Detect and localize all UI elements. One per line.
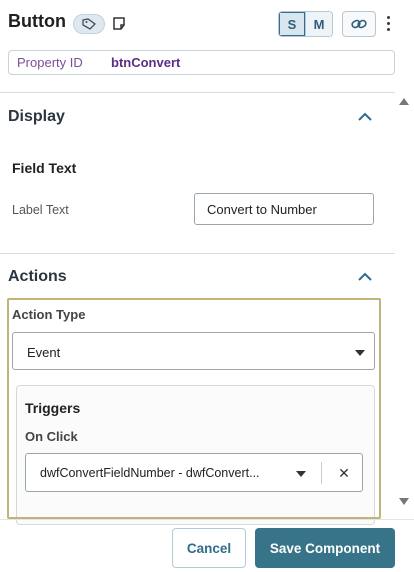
cancel-button[interactable]: Cancel bbox=[172, 528, 246, 568]
scroll-up-arrow-icon[interactable] bbox=[399, 98, 409, 105]
scroll-down-arrow-icon[interactable] bbox=[399, 498, 409, 505]
field-text-heading: Field Text bbox=[12, 160, 77, 176]
triggers-title: Triggers bbox=[25, 400, 81, 416]
save-component-button[interactable]: Save Component bbox=[255, 528, 395, 568]
scrollbar[interactable] bbox=[397, 94, 409, 514]
label-text-label: Label Text bbox=[12, 203, 69, 217]
action-type-select[interactable]: Event bbox=[12, 332, 375, 370]
divider bbox=[0, 253, 395, 254]
property-id-value: btnConvert bbox=[111, 55, 181, 70]
on-click-value: dwfConvertFieldNumber - dwfConvert... bbox=[40, 466, 260, 480]
link-button[interactable] bbox=[342, 11, 376, 37]
note-icon bbox=[112, 16, 125, 30]
more-vertical-icon[interactable] bbox=[381, 11, 395, 35]
chevron-up-icon[interactable] bbox=[357, 271, 373, 283]
tag-button[interactable] bbox=[73, 14, 105, 34]
caret-down-icon[interactable] bbox=[296, 471, 306, 477]
action-type-value: Event bbox=[27, 345, 61, 360]
actions-section-title: Actions bbox=[8, 268, 67, 285]
note-button[interactable] bbox=[111, 14, 127, 32]
size-toggle: S M bbox=[278, 11, 333, 37]
label-text-input[interactable] bbox=[194, 193, 374, 225]
footer-divider bbox=[0, 519, 414, 520]
divider bbox=[0, 92, 395, 93]
property-id-label: Property ID bbox=[17, 55, 83, 70]
caret-down-icon bbox=[355, 350, 365, 356]
size-option-s[interactable]: S bbox=[279, 12, 306, 36]
component-title: Button bbox=[8, 11, 66, 31]
chevron-up-icon[interactable] bbox=[357, 111, 373, 123]
on-click-label: On Click bbox=[25, 429, 78, 444]
on-click-select[interactable]: dwfConvertFieldNumber - dwfConvert... ✕ bbox=[25, 453, 363, 492]
size-option-m[interactable]: M bbox=[306, 12, 332, 36]
link-icon bbox=[351, 19, 367, 29]
select-separator bbox=[321, 462, 322, 484]
property-id-field: Property ID btnConvert bbox=[8, 50, 395, 75]
tag-icon bbox=[82, 18, 96, 30]
clear-icon[interactable]: ✕ bbox=[335, 463, 353, 483]
action-type-label: Action Type bbox=[12, 307, 86, 322]
display-section-title: Display bbox=[8, 108, 65, 125]
